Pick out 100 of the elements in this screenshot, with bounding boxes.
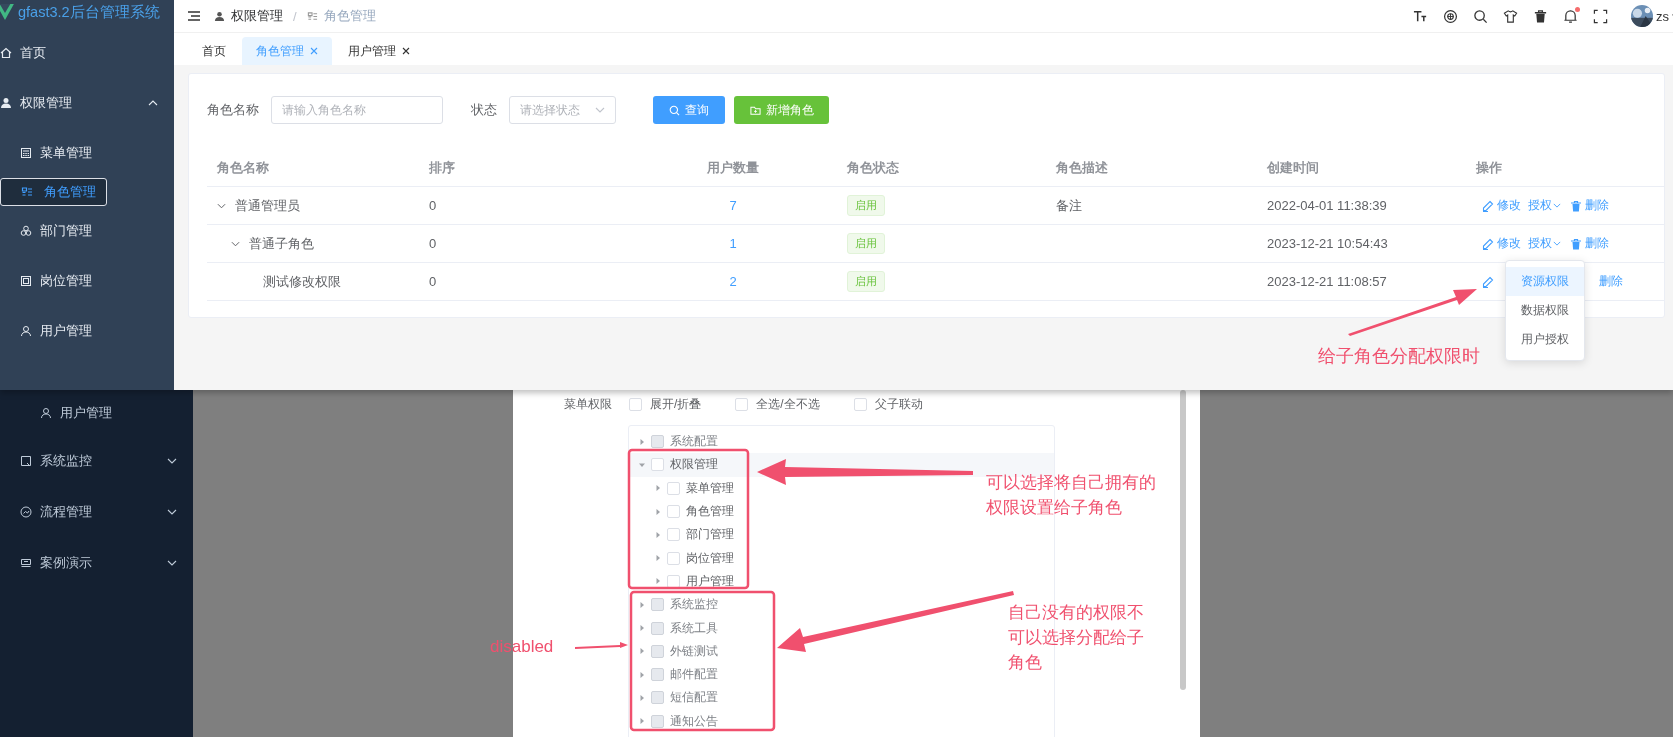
annotation-text: 可以选择将自己拥有的权限设置给子角色: [986, 472, 1157, 519]
shirt-icon[interactable]: [1503, 8, 1518, 24]
trash-icon[interactable]: [1533, 8, 1548, 24]
menu-item[interactable]: 案例演示: [0, 537, 193, 588]
person-icon: [0, 97, 12, 109]
menu-item[interactable]: 流程管理: [0, 486, 193, 537]
search-icon: [669, 104, 680, 116]
tree-node-label[interactable]: 角色管理: [686, 503, 734, 521]
breadcrumb-item: 角色管理: [323, 7, 376, 25]
font-size-icon[interactable]: [1413, 8, 1428, 24]
close-icon[interactable]: [402, 47, 410, 55]
menu-item[interactable]: 用户授权: [1506, 325, 1584, 354]
column-header: 角色描述: [1055, 159, 1109, 177]
circle-icon[interactable]: [1443, 8, 1458, 24]
column-header: 操作: [1475, 159, 1503, 177]
gauge-icon: [20, 505, 32, 518]
tree-node-label[interactable]: 权限管理: [670, 456, 718, 474]
caret-icon: [1553, 241, 1561, 246]
caret-icon: [1553, 203, 1561, 208]
chevron-icon[interactable]: [217, 202, 226, 209]
caret-icon: [595, 107, 605, 113]
menu-item[interactable]: 角色管理: [0, 178, 107, 206]
checkbox[interactable]: [667, 551, 680, 565]
table-cell: 备注: [1056, 196, 1082, 215]
frame-icon: [20, 275, 32, 287]
breadcrumb-separator: /: [293, 8, 297, 24]
tree-node-label[interactable]: 岗位管理: [686, 549, 734, 567]
checkbox[interactable]: [651, 458, 664, 472]
cluster-icon: [20, 225, 32, 237]
status-tag: 启用: [847, 271, 885, 292]
monitor-icon: [20, 454, 32, 467]
tree-node-label[interactable]: 用户管理: [686, 572, 734, 590]
tree-node-label[interactable]: 菜单管理: [686, 479, 734, 497]
annotation-text: 给子角色分配权限时: [1318, 345, 1480, 368]
menu-item[interactable]: 菜单管理: [0, 128, 174, 178]
menu-item[interactable]: 权限管理: [0, 78, 174, 128]
tree-node-label[interactable]: 部门管理: [686, 526, 734, 544]
tab[interactable]: 首页: [188, 37, 240, 65]
table-icon: [306, 10, 318, 22]
expand-caret-icon[interactable]: [639, 461, 645, 468]
calculator-icon: [20, 147, 32, 159]
breadcrumb-item[interactable]: 权限管理: [231, 7, 283, 25]
table-cell: 0: [429, 236, 437, 251]
expand-caret-icon[interactable]: [655, 508, 661, 515]
checkbox[interactable]: [667, 505, 680, 519]
column-header: 排序: [428, 159, 456, 177]
expand-caret-icon[interactable]: [655, 578, 661, 585]
checkbox[interactable]: [667, 574, 680, 588]
edit-icon[interactable]: [1482, 237, 1494, 250]
table-icon: [21, 186, 33, 198]
column-header: 角色名称: [216, 159, 270, 177]
folder-plus-icon: [749, 104, 761, 116]
edit-icon[interactable]: [1482, 199, 1494, 212]
user-icon: [40, 406, 52, 419]
edit-icon[interactable]: [1482, 275, 1494, 288]
tab[interactable]: 用户管理: [334, 37, 424, 65]
checkbox[interactable]: [667, 481, 680, 495]
search-icon[interactable]: [1473, 8, 1488, 24]
menu-icon[interactable]: [188, 11, 200, 21]
column-header: 角色状态: [846, 159, 900, 177]
table-cell: 0: [429, 198, 437, 213]
field-label: 状态: [471, 101, 497, 119]
menu-item[interactable]: 数据权限: [1506, 296, 1584, 325]
input-field[interactable]: 请输入角色名称: [271, 96, 443, 124]
arrow: [575, 642, 628, 649]
menu-item[interactable]: 首页: [0, 28, 174, 78]
field-label: 角色名称: [207, 101, 259, 119]
app-title: gfast3.2后台管理系统: [18, 2, 160, 22]
person-icon: [214, 10, 225, 22]
expand-caret-icon[interactable]: [655, 555, 661, 562]
checkbox-option[interactable]: 父子联动: [853, 395, 923, 413]
menu-item[interactable]: 部门管理: [0, 206, 174, 256]
column-header: 用户数量: [706, 159, 760, 177]
bell-icon[interactable]: [1563, 8, 1578, 24]
chevron-icon[interactable]: [231, 240, 240, 247]
board-icon: [20, 556, 32, 569]
status-tag: 启用: [847, 195, 885, 216]
table-cell: 0: [429, 274, 437, 289]
expand-caret-icon[interactable]: [655, 485, 661, 492]
menu-item[interactable]: 用户管理: [0, 306, 174, 356]
table-cell: 普通子角色: [249, 234, 314, 253]
expand-caret-icon[interactable]: [655, 531, 661, 538]
field-label: 菜单权限: [564, 395, 612, 413]
column-header: 创建时间: [1266, 159, 1320, 177]
checkbox-option[interactable]: 全选/全不选: [735, 395, 820, 413]
fullscreen-icon[interactable]: [1593, 8, 1608, 24]
table-cell: 测试修改权限: [263, 272, 341, 291]
menu-item[interactable]: 岗位管理: [0, 256, 174, 306]
home-icon: [0, 47, 12, 59]
table-cell: 2022-04-01 11:38:39: [1267, 198, 1387, 213]
menu-item[interactable]: 用户管理: [0, 390, 193, 435]
table-cell: 普通管理员: [235, 196, 300, 215]
table-cell: 2023-12-21 11:08:57: [1267, 274, 1387, 289]
menu-item[interactable]: 系统监控: [0, 435, 193, 486]
table-cell: 2023-12-21 10:54:43: [1267, 236, 1388, 251]
user-name[interactable]: zs: [1656, 8, 1669, 24]
checkbox[interactable]: [667, 528, 680, 542]
user-icon: [20, 325, 32, 337]
checkbox-option[interactable]: 展开/折叠: [629, 395, 702, 413]
annotation-text: 自己没有的权限不可以选择分配给子角色: [1008, 602, 1145, 674]
